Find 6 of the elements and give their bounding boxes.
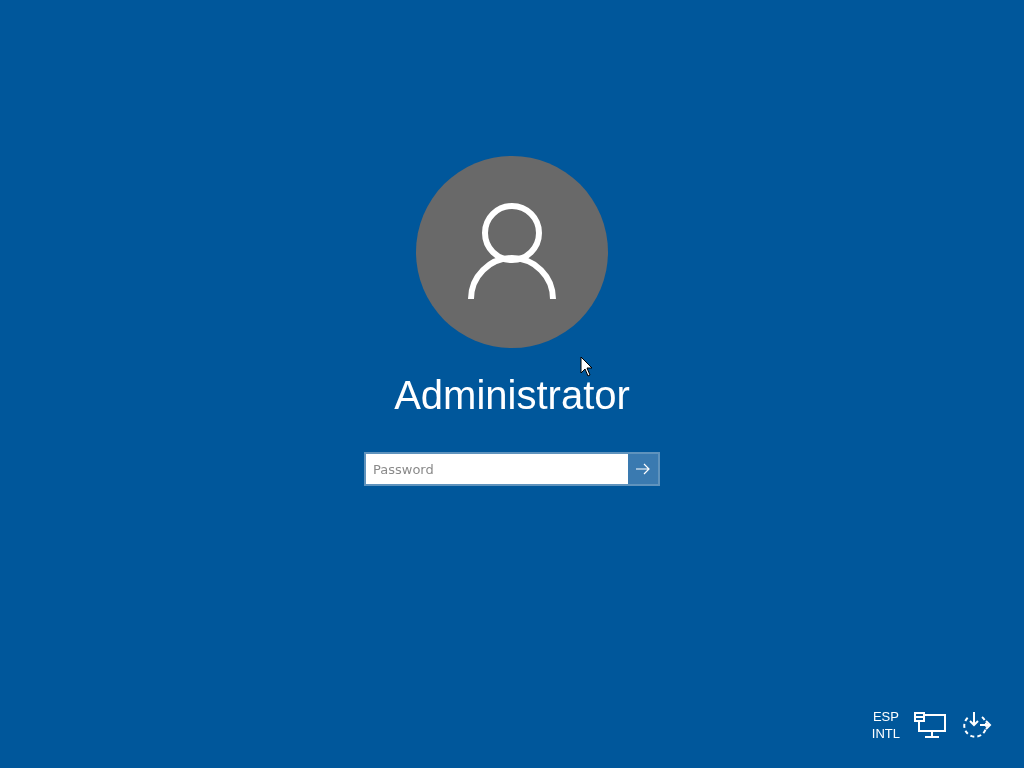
user-name: Administrator bbox=[394, 376, 630, 414]
mouse-cursor-icon bbox=[580, 356, 594, 377]
language-button[interactable]: ESP INTL bbox=[871, 708, 900, 742]
power-icon[interactable] bbox=[960, 711, 992, 739]
person-icon bbox=[468, 203, 556, 301]
network-icon[interactable] bbox=[914, 712, 946, 738]
